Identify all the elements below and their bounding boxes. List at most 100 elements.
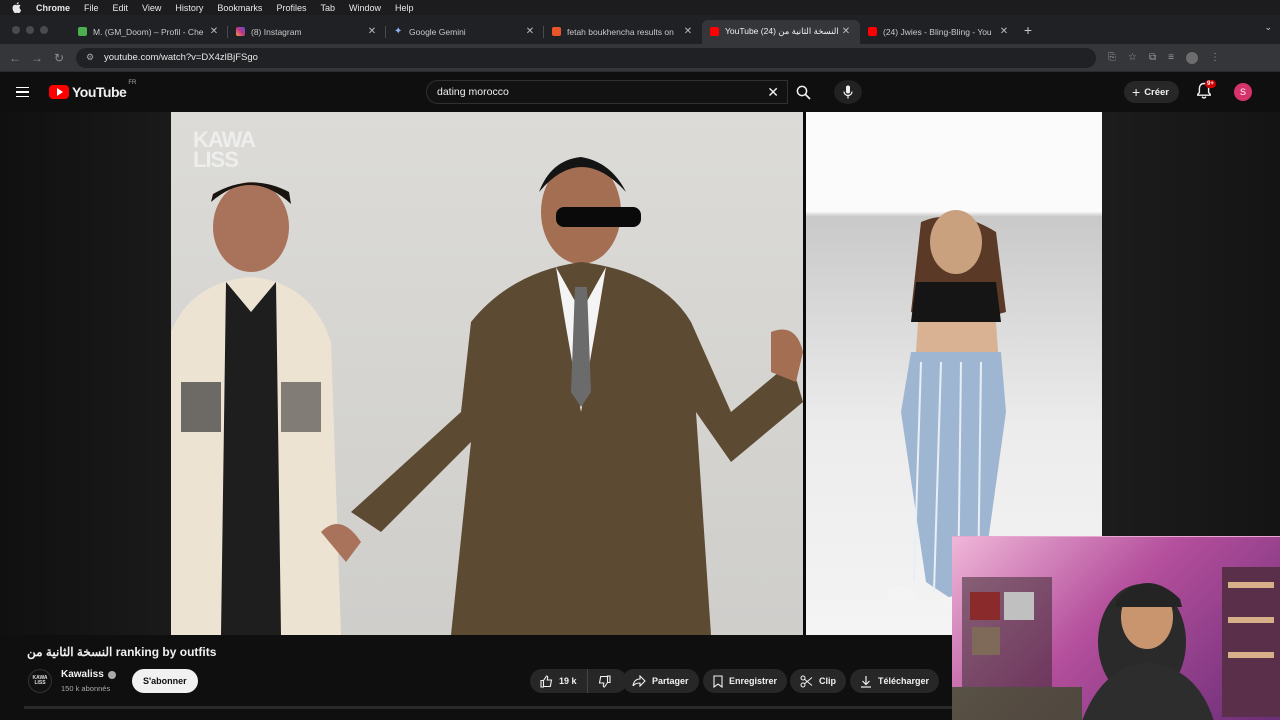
- profile-avatar-icon[interactable]: [1185, 51, 1198, 64]
- description-divider: [0, 706, 952, 720]
- menu-help[interactable]: Help: [395, 3, 414, 13]
- create-label: Créer: [1144, 86, 1170, 98]
- youtube-favicon-icon: [868, 27, 877, 36]
- menu-edit[interactable]: Edit: [113, 3, 129, 13]
- share-button[interactable]: Partager: [622, 669, 699, 693]
- video-letterbox-left: [0, 112, 171, 635]
- minimize-window-button[interactable]: [26, 25, 34, 34]
- search-input[interactable]: dating morocco ✕: [426, 80, 788, 104]
- scissors-icon: [800, 675, 813, 687]
- verified-icon: [107, 670, 116, 679]
- channel-name[interactable]: Kawaliss: [61, 669, 116, 680]
- instagram-icon: [236, 27, 245, 36]
- clip-button[interactable]: Clip: [790, 669, 846, 693]
- download-label: Télécharger: [878, 676, 930, 686]
- video-title: النسخة الثانية من ranking by outfits: [27, 645, 217, 659]
- tab-strip: M. (GM_Doom) – Profil - Che ✕ (8) Instag…: [0, 15, 1280, 44]
- webcam-overlay: [952, 536, 1280, 720]
- tab-close-icon[interactable]: ✕: [208, 26, 220, 37]
- toolbar-icons: ⎘ ☆ ⧉ ≡ ⋮: [1108, 51, 1220, 64]
- voice-search-button[interactable]: [834, 80, 862, 104]
- macos-menu-bar: Chrome File Edit View History Bookmarks …: [0, 0, 1280, 15]
- country-code: FR: [128, 80, 137, 86]
- browser-tab[interactable]: (24) Jwies - Bling-Bling - You ✕: [860, 20, 1018, 44]
- menu-tab[interactable]: Tab: [320, 3, 335, 13]
- subscribe-button[interactable]: S'abonner: [132, 669, 198, 693]
- window-controls: [0, 25, 70, 34]
- back-arrow-icon[interactable]: ←: [4, 51, 26, 65]
- webcam-scene-illustration: [952, 567, 1280, 720]
- plus-icon: +: [1132, 84, 1141, 100]
- new-tab-button[interactable]: +: [1018, 22, 1038, 38]
- clip-label: Clip: [819, 676, 836, 686]
- clear-search-icon[interactable]: ✕: [767, 84, 779, 101]
- search-query: dating morocco: [437, 86, 509, 98]
- tab-close-icon[interactable]: ✕: [366, 26, 378, 37]
- tab-search-chevron-icon[interactable]: ⌄: [1264, 22, 1272, 33]
- share-label: Partager: [652, 676, 689, 686]
- youtube-play-icon: [49, 85, 69, 99]
- youtube-logo[interactable]: YouTube FR: [49, 80, 136, 100]
- menu-history[interactable]: History: [175, 3, 203, 13]
- site-info-icon[interactable]: ⚙: [86, 52, 98, 63]
- youtube-favicon-icon: [710, 27, 719, 36]
- tab-title: Google Gemini: [409, 26, 466, 37]
- browser-tab[interactable]: (8) Instagram ✕: [228, 20, 386, 44]
- address-bar[interactable]: ⚙ youtube.com/watch?v=DX4zlBjFSgo: [76, 47, 1096, 68]
- bookmark-icon: [713, 674, 723, 688]
- tab-close-icon[interactable]: ✕: [524, 26, 536, 37]
- tab-title: (24) Jwies - Bling-Bling - You: [883, 26, 992, 37]
- tab-close-icon[interactable]: ✕: [682, 26, 694, 37]
- dislike-button[interactable]: [588, 669, 627, 693]
- install-app-icon[interactable]: ⎘: [1108, 52, 1116, 63]
- user-avatar[interactable]: S: [1234, 83, 1252, 101]
- menu-app-name[interactable]: Chrome: [36, 3, 70, 13]
- browser-tab[interactable]: fetah boukhencha results on ✕: [544, 20, 702, 44]
- apple-icon[interactable]: [12, 2, 22, 13]
- tab-title: M. (GM_Doom) – Profil - Che: [93, 26, 204, 37]
- video-people-illustration: [171, 157, 803, 635]
- thumbs-down-icon: [598, 674, 611, 688]
- more-menu-icon[interactable]: ⋮: [1210, 52, 1220, 63]
- browser-tab-active[interactable]: YouTube النسخة الثانية من (24) ✕: [702, 19, 860, 44]
- browser-tab[interactable]: ✦ Google Gemini ✕: [386, 20, 544, 44]
- like-count: 19 k: [559, 676, 577, 686]
- tab-title: fetah boukhencha results on: [567, 26, 674, 37]
- create-button[interactable]: + Créer: [1124, 81, 1180, 103]
- channel-name-text: Kawaliss: [61, 669, 104, 680]
- subscriber-count: 150 k abonnés: [61, 684, 111, 693]
- menu-view[interactable]: View: [142, 3, 161, 13]
- share-icon: [632, 675, 646, 687]
- menu-window[interactable]: Window: [349, 3, 381, 13]
- tab-title: (8) Instagram: [251, 26, 302, 37]
- notification-badge: 9+: [1205, 80, 1216, 88]
- zoom-window-button[interactable]: [40, 25, 48, 34]
- reading-list-icon[interactable]: ≡: [1168, 52, 1174, 63]
- notifications-button[interactable]: 9+: [1196, 80, 1216, 102]
- browser-toolbar: ← → ↻ ⚙ youtube.com/watch?v=DX4zlBjFSgo …: [0, 44, 1280, 72]
- channel-avatar[interactable]: KAWA LISS: [28, 669, 52, 693]
- reload-icon[interactable]: ↻: [48, 51, 70, 65]
- browser-tab[interactable]: M. (GM_Doom) – Profil - Che ✕: [70, 20, 228, 44]
- menu-file[interactable]: File: [84, 3, 99, 13]
- youtube-header: YouTube FR dating morocco ✕ + Créer 9+ S: [0, 72, 1280, 112]
- like-dislike-group: 19 k: [530, 669, 627, 693]
- tab-close-icon[interactable]: ✕: [998, 26, 1010, 37]
- search-button[interactable]: [788, 80, 818, 104]
- menu-bookmarks[interactable]: Bookmarks: [217, 3, 262, 13]
- bookmark-star-icon[interactable]: ☆: [1128, 52, 1137, 63]
- save-label: Enregistrer: [729, 676, 778, 686]
- like-button[interactable]: 19 k: [530, 669, 588, 693]
- download-button[interactable]: Télécharger: [850, 669, 940, 693]
- close-window-button[interactable]: [12, 25, 20, 34]
- tab-title: YouTube النسخة الثانية من (24): [725, 26, 839, 36]
- save-button[interactable]: Enregistrer: [703, 669, 788, 693]
- menu-profiles[interactable]: Profiles: [276, 3, 306, 13]
- search-icon: [796, 85, 811, 100]
- tab-close-icon[interactable]: ✕: [840, 26, 852, 37]
- menu-icon[interactable]: [16, 86, 40, 98]
- forward-arrow-icon[interactable]: →: [26, 51, 48, 65]
- thumbs-up-icon: [540, 674, 553, 688]
- address-url: youtube.com/watch?v=DX4zlBjFSgo: [104, 52, 258, 63]
- extensions-icon[interactable]: ⧉: [1149, 52, 1156, 63]
